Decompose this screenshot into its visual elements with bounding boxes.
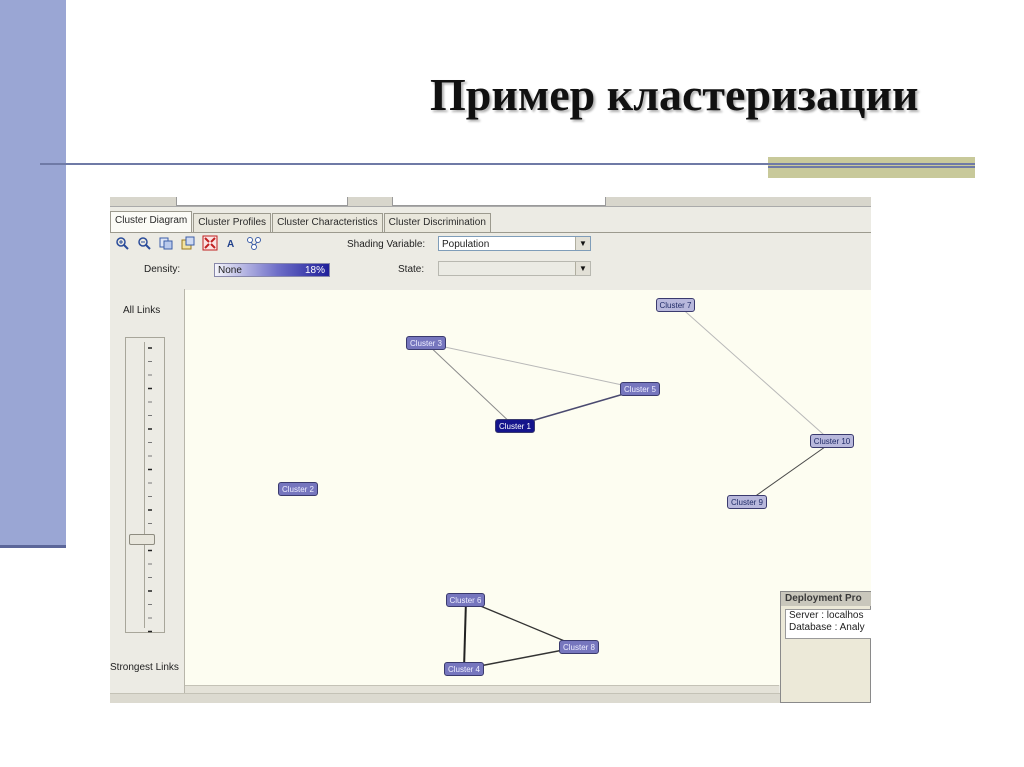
state-label: State: [398, 264, 425, 275]
font-icon[interactable]: A [224, 235, 240, 251]
density-legend-bar: None 18% [214, 263, 330, 277]
fit-to-window-icon[interactable] [202, 235, 218, 251]
shading-variable-select[interactable]: Population ▼ [438, 236, 591, 251]
link-cluster6-cluster4 [463, 599, 467, 670]
link-cluster3-cluster1 [425, 342, 515, 427]
link-cluster3-cluster5 [425, 342, 642, 390]
slide-left-bar-line [0, 545, 66, 548]
deployment-properties-panel: Deployment Pro Server : localhos Databas… [780, 591, 871, 703]
deployment-info-box: Server : localhos Database : Analy [785, 609, 871, 639]
layout-icon[interactable] [246, 235, 262, 251]
density-max-label: 18% [304, 265, 325, 276]
link-cluster10-cluster9 [746, 441, 833, 503]
copy-graph-icon[interactable] [180, 235, 196, 251]
cluster-viewer-window: Cluster Diagram Cluster Profiles Cluster… [110, 197, 871, 703]
cluster-diagram-canvas[interactable]: Cluster 7 Cluster 3 Cluster 5 Cluster 1 … [185, 290, 871, 685]
zoom-in-icon[interactable] [114, 235, 130, 251]
server-line: Server : localhos [789, 610, 864, 621]
slide-title: Пример кластеризации [430, 69, 919, 120]
cluster-node-9[interactable]: Cluster 9 [727, 495, 767, 509]
cluster-node-4[interactable]: Cluster 4 [444, 662, 484, 676]
density-label: Density: [144, 264, 181, 275]
zoom-out-icon[interactable] [136, 235, 152, 251]
cluster-node-5[interactable]: Cluster 5 [620, 382, 660, 396]
link-strength-slider[interactable] [125, 337, 165, 633]
cluster-node-1[interactable]: Cluster 1 [495, 419, 535, 433]
svg-text:A: A [227, 239, 234, 250]
slider-ticks [148, 347, 152, 633]
tab-cluster-diagram[interactable]: Cluster Diagram [110, 211, 193, 232]
shading-variable-value: Population [442, 239, 490, 250]
link-cluster7-cluster10 [677, 304, 833, 443]
cluster-node-3[interactable]: Cluster 3 [406, 336, 446, 350]
density-min-label: None [218, 265, 242, 276]
viewer-tabs: Cluster Diagram Cluster Profiles Cluster… [110, 211, 492, 232]
diagram-toolbar: A [114, 235, 262, 251]
cluster-node-6[interactable]: Cluster 6 [446, 593, 485, 607]
shading-variable-label: Shading Variable: [347, 239, 426, 250]
cluster-node-2[interactable]: Cluster 2 [278, 482, 318, 496]
tab-cluster-discrimination[interactable]: Cluster Discrimination [383, 213, 491, 232]
state-select[interactable]: ▼ [438, 261, 591, 276]
database-line: Database : Analy [789, 622, 865, 633]
tab-cluster-profiles[interactable]: Cluster Profiles [193, 213, 272, 232]
chevron-down-icon[interactable]: ▼ [575, 262, 590, 275]
strongest-links-label: Strongest Links [110, 662, 179, 673]
bottom-status-strip [110, 693, 871, 703]
chevron-down-icon[interactable]: ▼ [575, 237, 590, 250]
title-accent-line [768, 166, 975, 168]
slide-left-bar [0, 0, 66, 547]
tab-underline [110, 232, 871, 233]
cluster-node-8[interactable]: Cluster 8 [559, 640, 599, 654]
all-links-label: All Links [123, 305, 161, 316]
mining-model-field[interactable] [176, 197, 348, 206]
cluster-node-7[interactable]: Cluster 7 [656, 298, 695, 312]
title-rule [40, 163, 975, 165]
tab-cluster-characteristics[interactable]: Cluster Characteristics [272, 213, 383, 232]
deployment-panel-title: Deployment Pro [781, 592, 871, 606]
link-strength-panel: All Links Strongest Links [110, 289, 184, 689]
cluster-node-10[interactable]: Cluster 10 [810, 434, 854, 448]
viewer-field[interactable] [392, 197, 606, 206]
slider-thumb[interactable] [129, 534, 155, 545]
copy-icon[interactable] [158, 235, 174, 251]
